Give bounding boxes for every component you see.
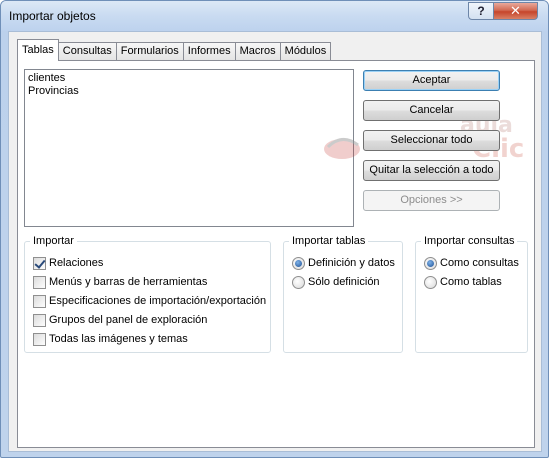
options-button[interactable]: Opciones >> (363, 190, 500, 211)
option-especificaciones[interactable]: Especificaciones de importación/exportac… (33, 293, 266, 309)
tab-panel-tablas: clientes Provincias aula Clic Aceptar Ca… (17, 60, 535, 448)
option-label: Relaciones (49, 257, 104, 269)
dialog-body: Tablas Consultas Formularios Informes Ma… (8, 31, 542, 452)
title-bar: Importar objetos ? ✕ (1, 1, 548, 31)
radio-icon[interactable] (424, 275, 437, 289)
option-relaciones[interactable]: Relaciones (33, 255, 103, 271)
option-label: Todas las imágenes y temas (49, 333, 188, 345)
tab-formularios[interactable]: Formularios (115, 42, 184, 61)
option-solo-definicion[interactable]: Sólo definición (292, 274, 380, 290)
option-imagenes-temas[interactable]: Todas las imágenes y temas (33, 331, 188, 347)
group-title-importar-consultas: Importar consultas (421, 235, 518, 247)
radio-icon[interactable] (292, 275, 305, 289)
checkbox-icon[interactable] (33, 294, 46, 308)
option-label: Menús y barras de herramientas (49, 276, 208, 288)
option-label: Como tablas (440, 276, 502, 288)
tab-tablas[interactable]: Tablas (17, 39, 59, 61)
select-all-button[interactable]: Seleccionar todo (363, 130, 500, 151)
help-button[interactable]: ? (468, 2, 494, 20)
option-label: Sólo definición (308, 276, 380, 288)
option-label: Especificaciones de importación/exportac… (49, 295, 267, 307)
tab-strip: Tablas Consultas Formularios Informes Ma… (17, 39, 332, 61)
help-icon: ? (477, 4, 485, 18)
option-definicion-datos[interactable]: Definición y datos (292, 255, 395, 271)
close-button[interactable]: ✕ (493, 2, 538, 20)
radio-selected-icon[interactable] (424, 256, 437, 270)
group-importar-tablas: Importar tablas Definición y datos Sólo … (283, 235, 403, 353)
cancel-button[interactable]: Cancelar (363, 100, 500, 121)
tab-consultas[interactable]: Consultas (57, 42, 117, 61)
list-item[interactable]: clientes (28, 72, 350, 85)
group-importar-consultas: Importar consultas Como consultas Como t… (415, 235, 528, 353)
close-icon: ✕ (510, 3, 521, 18)
deselect-all-button[interactable]: Quitar la selección a todo (363, 160, 500, 181)
option-label: Grupos del panel de exploración (49, 314, 208, 326)
option-label: Como consultas (440, 257, 519, 269)
checkbox-icon[interactable] (33, 275, 46, 289)
option-menus[interactable]: Menús y barras de herramientas (33, 274, 207, 290)
group-importar: Importar Relaciones Menús y barras de he… (24, 235, 271, 353)
option-como-consultas[interactable]: Como consultas (424, 255, 519, 271)
checkbox-icon[interactable] (33, 332, 46, 346)
import-objects-dialog: Importar objetos ? ✕ Tablas Consultas Fo… (0, 0, 549, 458)
radio-selected-icon[interactable] (292, 256, 305, 270)
option-label: Definición y datos (308, 257, 395, 269)
objects-listbox[interactable]: clientes Provincias (24, 69, 354, 227)
option-como-tablas[interactable]: Como tablas (424, 274, 502, 290)
group-title-importar-tablas: Importar tablas (289, 235, 369, 247)
list-item[interactable]: Provincias (28, 85, 350, 98)
accept-button[interactable]: Aceptar (363, 70, 500, 91)
option-grupos[interactable]: Grupos del panel de exploración (33, 312, 207, 328)
tab-macros[interactable]: Macros (234, 42, 281, 61)
checkbox-checked-icon[interactable] (33, 256, 46, 270)
tab-modulos[interactable]: Módulos (279, 42, 332, 61)
group-title-importar: Importar (30, 235, 77, 247)
tab-informes[interactable]: Informes (182, 42, 236, 61)
window-title: Importar objetos (9, 9, 96, 23)
checkbox-icon[interactable] (33, 313, 46, 327)
